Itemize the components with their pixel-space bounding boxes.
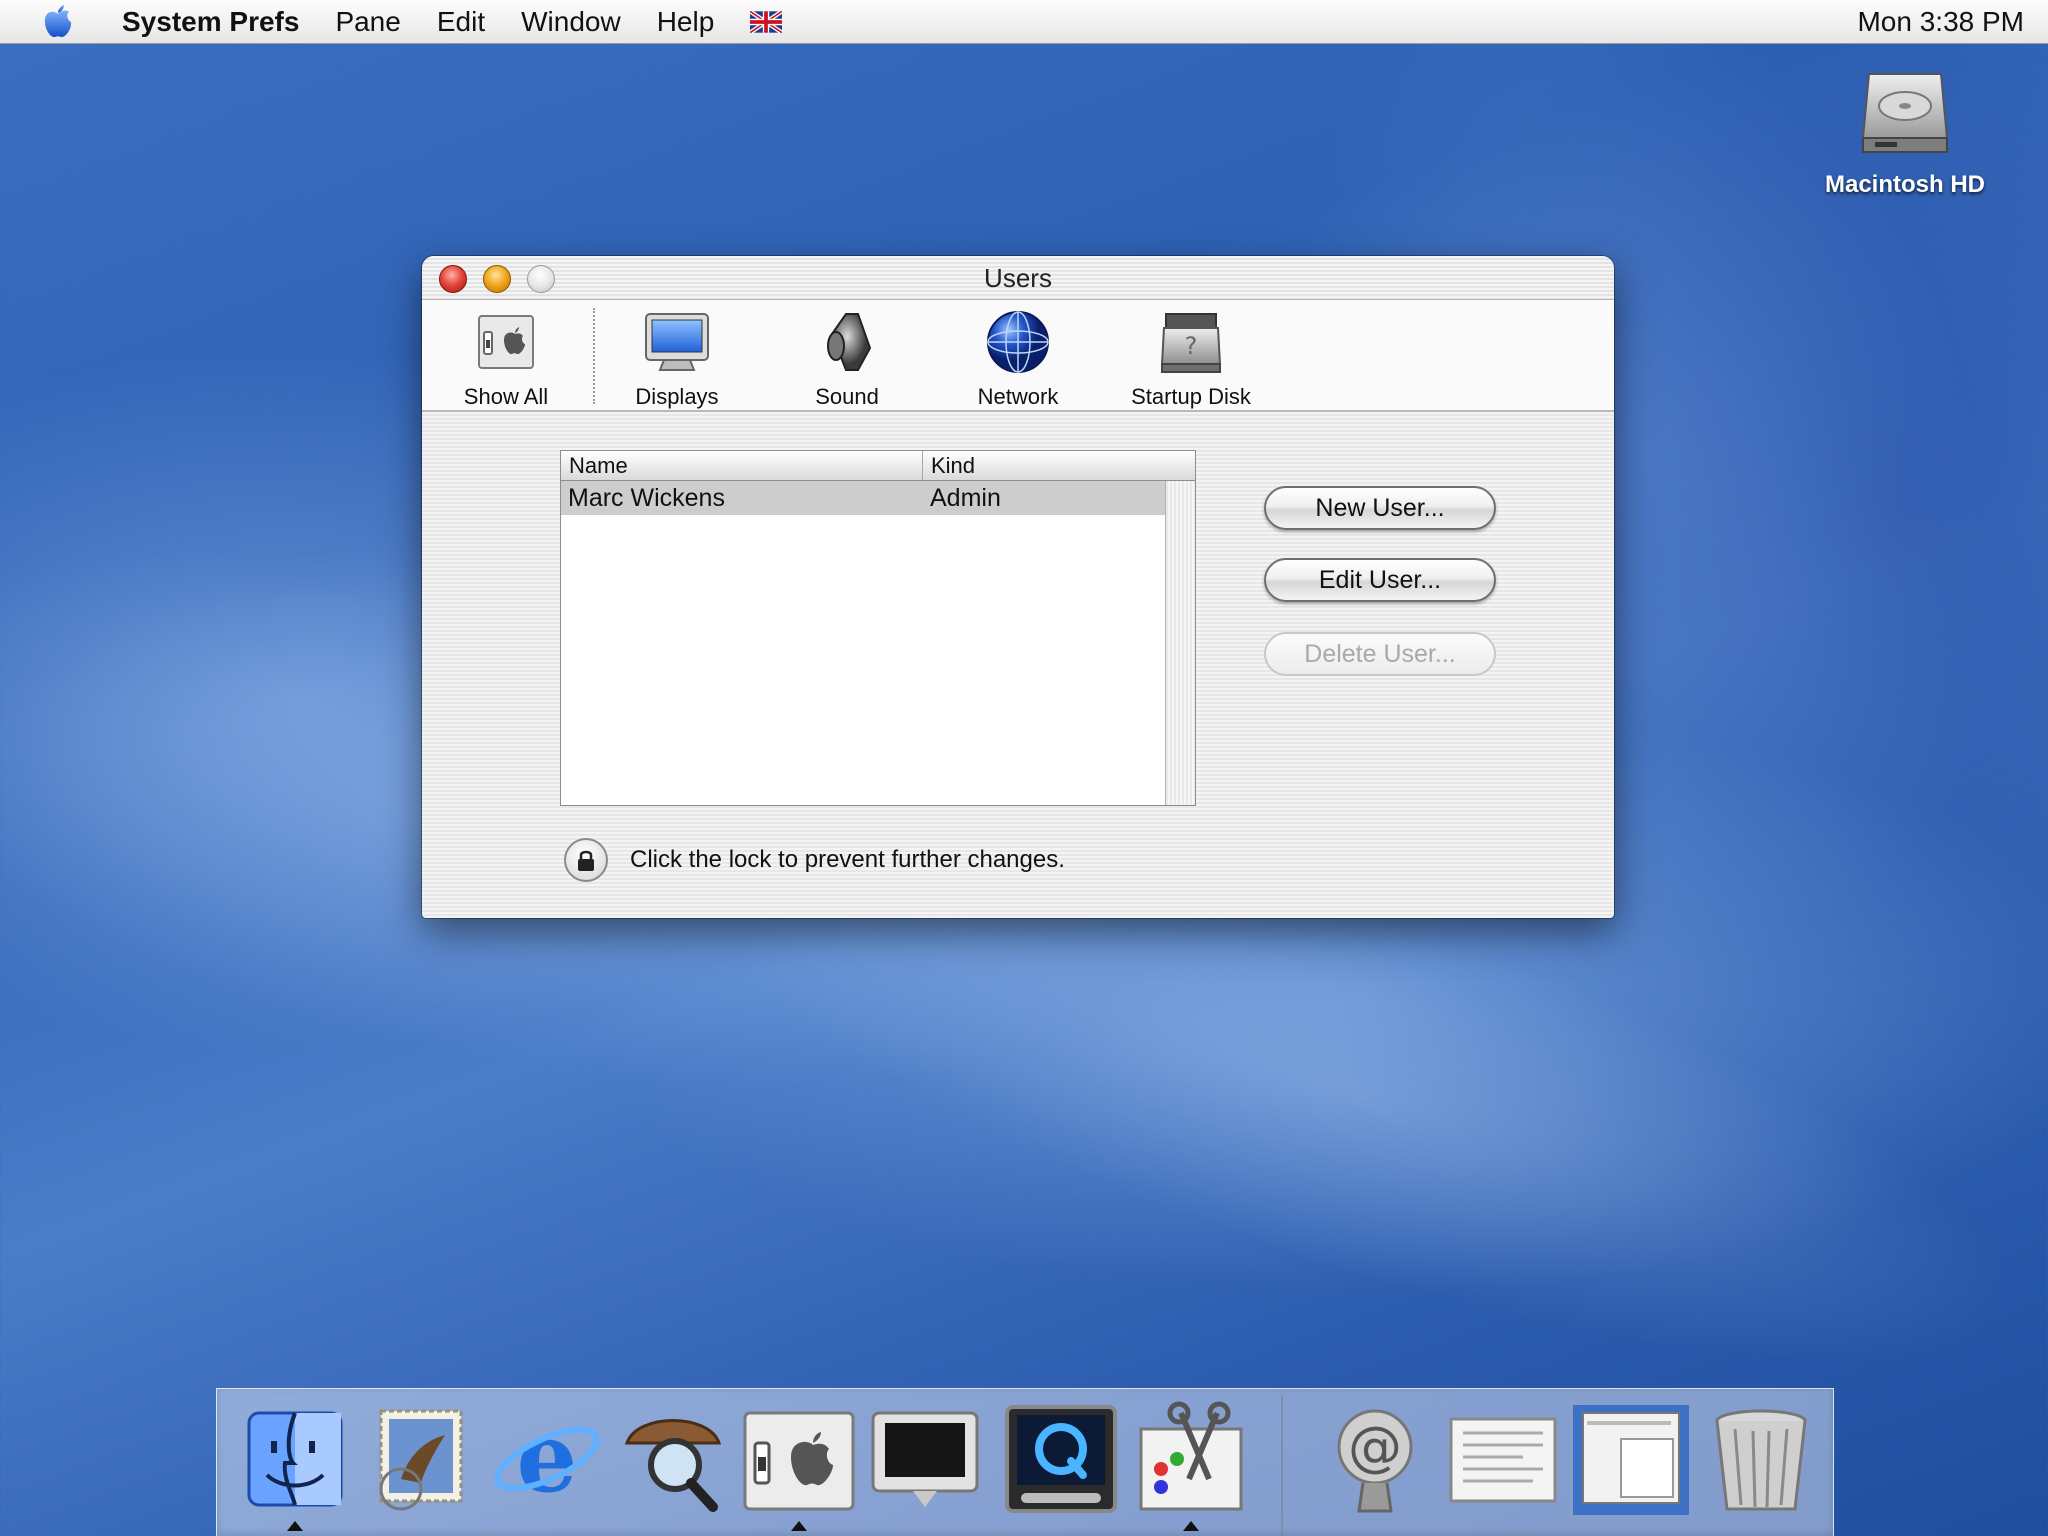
startup-disk-icon: ? — [1160, 313, 1222, 373]
graphics-app-icon — [1139, 1401, 1243, 1511]
finder-icon — [247, 1411, 343, 1507]
lock-status-text: Click the lock to prevent further change… — [630, 846, 1065, 873]
dock-mail[interactable] — [361, 1399, 481, 1527]
dock-quicktime[interactable] — [1001, 1399, 1121, 1527]
system-preferences-icon — [743, 1411, 855, 1511]
quicktime-icon — [1005, 1405, 1117, 1513]
column-header-kind[interactable]: Kind — [923, 451, 1195, 480]
table-row[interactable]: Marc Wickens Admin — [561, 481, 1165, 515]
running-indicator — [791, 1521, 807, 1531]
mail-at-icon: @ — [1337, 1409, 1413, 1513]
users-table[interactable]: Name Kind Marc Wickens Admin — [560, 450, 1196, 806]
toolbar-show-all[interactable]: Show All — [446, 310, 566, 410]
pane-toolbar: Show All Displays Sound Network ? Startu… — [422, 300, 1614, 412]
dock-finder[interactable] — [235, 1399, 355, 1531]
dock-window-thumbnail[interactable] — [1571, 1399, 1691, 1527]
toolbar-network[interactable]: Network — [958, 310, 1078, 410]
dock-mail-at[interactable]: @ — [1315, 1399, 1435, 1527]
sound-icon — [827, 313, 872, 371]
table-scrollbar[interactable] — [1165, 481, 1195, 805]
menu-pane[interactable]: Pane — [317, 6, 418, 38]
network-icon — [987, 311, 1049, 373]
window-title: Users — [984, 263, 1052, 293]
window-thumbnail-icon — [1573, 1405, 1689, 1515]
svg-text:@: @ — [1348, 1415, 1402, 1478]
menu-clock[interactable]: Mon 3:38 PM — [1857, 0, 2024, 44]
toolbar-label: Show All — [463, 384, 549, 409]
trash-icon — [1715, 1409, 1807, 1511]
menu-help[interactable]: Help — [639, 6, 733, 38]
dock: e @ — [216, 1388, 1834, 1536]
column-header-name[interactable]: Name — [561, 451, 923, 480]
window-titlebar[interactable]: Users — [422, 256, 1614, 300]
dock-separator — [1281, 1395, 1283, 1536]
svg-text:?: ? — [1185, 332, 1198, 360]
new-user-button[interactable]: New User... — [1264, 486, 1496, 530]
internet-explorer-icon: e — [494, 1401, 600, 1514]
dock-sherlock[interactable] — [613, 1399, 733, 1527]
lock-button[interactable] — [564, 838, 608, 882]
apple-menu-icon[interactable] — [36, 0, 80, 44]
dock-system-preferences[interactable] — [739, 1399, 859, 1531]
dock-trash[interactable] — [1701, 1399, 1821, 1527]
menu-app-name[interactable]: System Prefs — [104, 6, 317, 38]
uk-flag-icon[interactable] — [750, 10, 783, 33]
toolbar-label: Startup Disk — [1131, 384, 1251, 409]
lock-icon — [578, 850, 594, 871]
table-header: Name Kind — [561, 451, 1195, 481]
dock-graphics-app[interactable] — [1131, 1399, 1251, 1531]
toolbar-separator — [593, 308, 595, 404]
hard-drive-icon — [1861, 73, 1949, 153]
menu-window[interactable]: Window — [503, 6, 639, 38]
dock-internet-explorer[interactable]: e — [487, 1399, 607, 1527]
macintosh-hd-desktop-icon[interactable]: Macintosh HD — [1800, 64, 2010, 199]
dock-document[interactable] — [1443, 1399, 1563, 1527]
cell-user-kind: Admin — [930, 484, 1001, 512]
dock-monitor[interactable] — [865, 1399, 985, 1527]
sherlock-icon — [624, 1419, 722, 1512]
document-icon — [1449, 1417, 1557, 1503]
macintosh-hd-label: Macintosh HD — [1824, 171, 1985, 198]
toolbar-startup-disk[interactable]: ? Startup Disk — [1116, 310, 1266, 410]
toolbar-label: Sound — [815, 384, 879, 409]
menu-edit[interactable]: Edit — [419, 6, 503, 38]
monitor-icon — [871, 1411, 979, 1507]
svg-text:e: e — [516, 1401, 577, 1514]
toolbar-label: Network — [977, 384, 1059, 409]
menu-bar: System Prefs Pane Edit Window Help Mon 3… — [0, 0, 2048, 44]
cell-user-name: Marc Wickens — [568, 484, 725, 512]
delete-user-button: Delete User... — [1264, 632, 1496, 676]
show-all-icon — [478, 315, 534, 369]
mail-icon — [379, 1409, 463, 1511]
edit-user-button[interactable]: Edit User... — [1264, 558, 1496, 602]
toolbar-sound[interactable]: Sound — [787, 310, 907, 410]
toolbar-label: Displays — [635, 384, 719, 409]
running-indicator — [1183, 1521, 1199, 1531]
displays-icon — [645, 313, 709, 371]
running-indicator — [287, 1521, 303, 1531]
users-window: Users Show All Displays Sound Network ? … — [422, 256, 1614, 918]
toolbar-displays[interactable]: Displays — [617, 310, 737, 410]
